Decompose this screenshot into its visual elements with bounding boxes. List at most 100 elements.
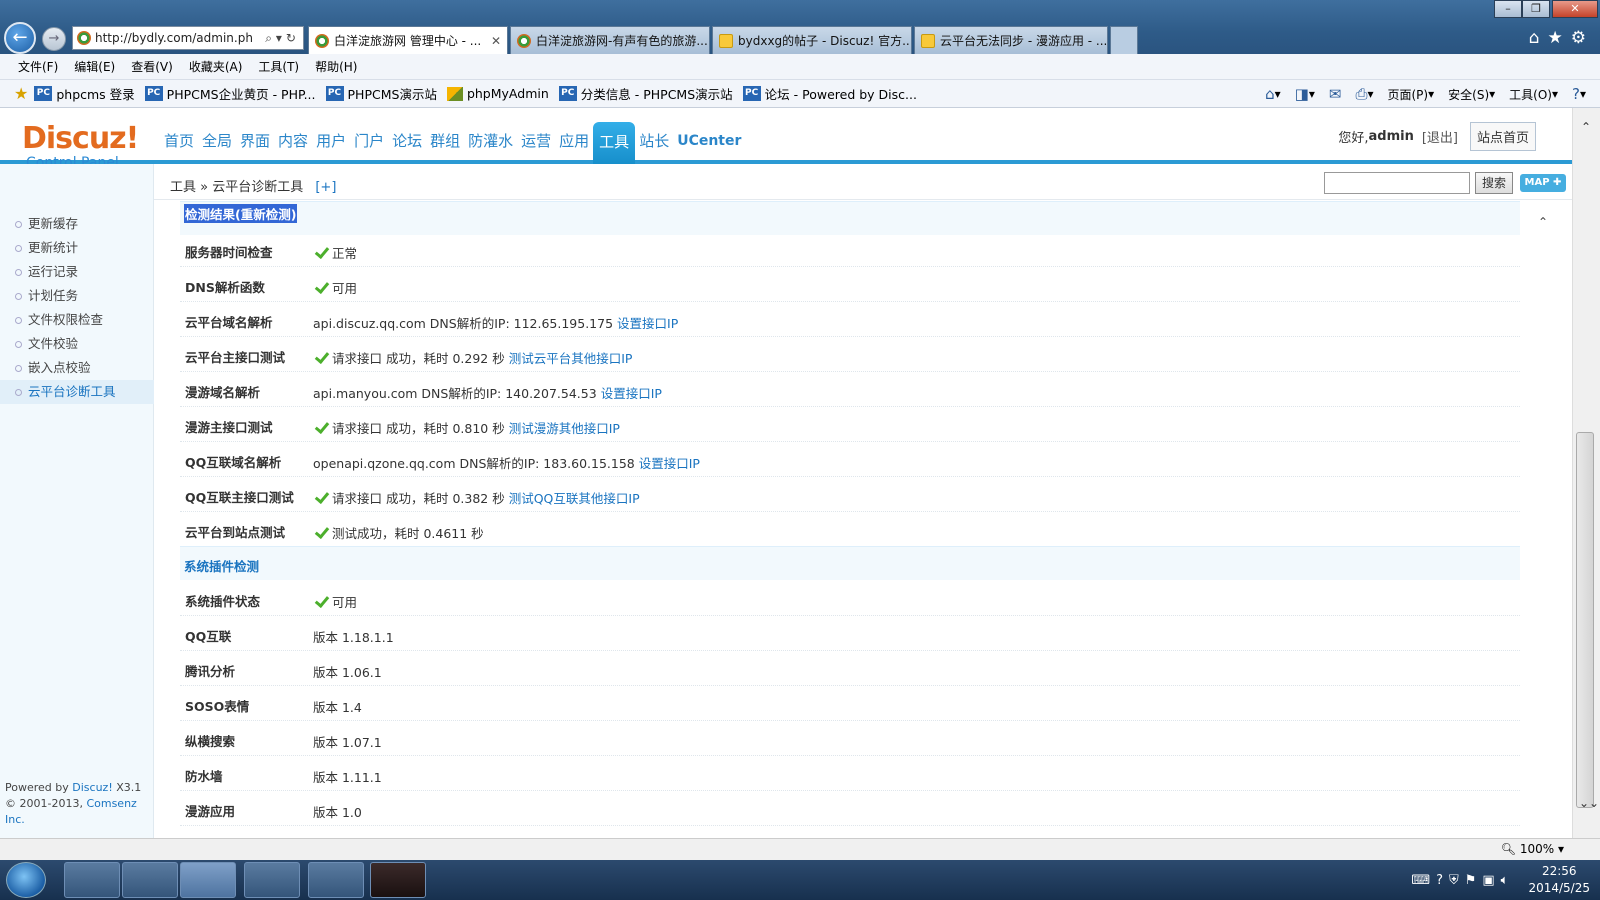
clock[interactable]: 22:56 2014/5/25	[1528, 863, 1590, 897]
nav-global[interactable]: 全局	[198, 122, 236, 160]
tab-cloud-sync[interactable]: 云平台无法同步 - 漫游应用 - ...	[914, 26, 1108, 54]
tab-discuz-posts[interactable]: bydxxg的帖子 - Discuz! 官方...	[712, 26, 912, 54]
feeds-command[interactable]: ◨ ▾	[1295, 85, 1315, 103]
gear-icon[interactable]: ⚙	[1571, 28, 1594, 48]
menu-edit[interactable]: 编辑(E)	[74, 58, 115, 75]
tab-admin-center[interactable]: 白洋淀旅游网 管理中心 - ... ✕	[308, 26, 508, 54]
favorites-star-icon[interactable]: ★	[14, 84, 28, 103]
row-label: DNS解析函数	[185, 280, 265, 295]
search-button[interactable]: 搜索	[1475, 172, 1513, 194]
nav-home[interactable]: 首页	[160, 122, 198, 160]
minimize-button[interactable]: –	[1494, 0, 1522, 18]
sidebar-item-run-log[interactable]: 运行记录	[0, 260, 154, 284]
scroll-up-icon[interactable]: ⌃	[1581, 120, 1591, 134]
checkmark-icon	[313, 422, 327, 434]
nav-ucenter[interactable]: UCenter	[673, 122, 745, 160]
address-bar[interactable]: http://bydly.com/admin.ph ⌕▾↻	[72, 26, 304, 50]
admin-search-input[interactable]	[1324, 172, 1470, 194]
tab-travel-site[interactable]: 白洋淀旅游网-有声有色的旅游...	[510, 26, 710, 54]
site-home-button[interactable]: 站点首页	[1469, 122, 1536, 151]
row-action-link[interactable]: 测试QQ互联其他接口IP	[509, 488, 640, 507]
taskbar-app-computer[interactable]	[64, 862, 120, 898]
home-icon[interactable]: ⌂	[1529, 28, 1548, 48]
sidebar-item-cron[interactable]: 计划任务	[0, 284, 154, 308]
scroll-up-icon[interactable]: ⌃	[1538, 215, 1548, 229]
menu-help[interactable]: 帮助(H)	[315, 58, 357, 75]
print-command[interactable]: ⎙ ▾	[1355, 85, 1373, 103]
favorites-star-icon[interactable]: ★	[1548, 28, 1571, 48]
tab-close-icon[interactable]: ✕	[485, 34, 501, 48]
result-row: 漫游域名解析 api.manyou.com DNS解析的IP: 140.207.5…	[180, 372, 1520, 407]
mail-command[interactable]: ✉	[1329, 85, 1342, 103]
favorite-link[interactable]: PC phpcms 登录	[34, 84, 135, 103]
taskbar-app-explorer[interactable]	[122, 862, 178, 898]
start-button[interactable]	[6, 862, 46, 898]
menu-favorites[interactable]: 收藏夹(A)	[189, 58, 243, 75]
menu-file[interactable]: 文件(F)	[18, 58, 58, 75]
favorite-link[interactable]: PC PHPCMS演示站	[325, 84, 437, 103]
menu-tools[interactable]: 工具(T)	[258, 58, 299, 75]
taskbar-app-ie[interactable]	[180, 862, 236, 898]
safety-menu[interactable]: 安全(S) ▾	[1448, 86, 1495, 103]
result-row: SOSO表情 版本 1.4	[180, 686, 1520, 721]
taskbar-app-game[interactable]	[370, 862, 426, 898]
result-row: 云平台主接口测试 请求接口 成功，耗时 0.292 秒测试云平台其他接口IP	[180, 337, 1520, 372]
taskbar-app-qq[interactable]	[244, 862, 300, 898]
result-row: 云平台到站点测试 测试成功，耗时 0.4611 秒	[180, 512, 1520, 547]
sidebar-item-cloud-diagnostic[interactable]: 云平台诊断工具	[0, 380, 154, 404]
favorite-link[interactable]: PC PHPCMS企业黄页 - PHP...	[144, 84, 316, 103]
taskbar-app-ftp[interactable]	[308, 862, 364, 898]
nav-users[interactable]: 用户	[312, 122, 350, 160]
forward-button[interactable]: →	[42, 27, 66, 51]
recheck-link[interactable]: 检测结果(重新检测)	[184, 204, 298, 223]
sidebar-item-update-cache[interactable]: 更新缓存	[0, 212, 154, 236]
new-tab-button[interactable]	[1110, 26, 1138, 54]
back-button[interactable]: ←	[4, 22, 36, 54]
favorite-link[interactable]: PC 论坛 - Powered by Disc...	[742, 84, 917, 103]
favorite-link[interactable]: phpMyAdmin	[446, 86, 549, 101]
scroll-down-icon[interactable]: ⌄⌄	[1579, 796, 1599, 810]
zoom-control[interactable]: 🔍︎ 100% ▾	[1501, 842, 1564, 856]
nav-content[interactable]: 内容	[274, 122, 312, 160]
maximize-button[interactable]: ❐	[1522, 0, 1550, 18]
menu-view[interactable]: 查看(V)	[131, 58, 173, 75]
close-window-button[interactable]: ✕	[1552, 0, 1598, 18]
discuz-link[interactable]: Discuz!	[72, 781, 112, 794]
sidebar-item-file-check[interactable]: 文件校验	[0, 332, 154, 356]
nav-forum[interactable]: 论坛	[388, 122, 426, 160]
page-scrollbar[interactable]: ⌃ ⌄⌄	[1572, 108, 1600, 838]
ie-page-icon	[315, 33, 329, 48]
nav-webmaster[interactable]: 站长	[635, 122, 673, 160]
row-action-link[interactable]: 设置接口IP	[639, 453, 700, 472]
content-scrollbar[interactable]: ⌃	[1536, 201, 1552, 837]
row-label: 云平台主接口测试	[185, 350, 286, 365]
row-action-link[interactable]: 测试漫游其他接口IP	[509, 418, 620, 437]
row-action-link[interactable]: 设置接口IP	[617, 313, 678, 332]
nav-anti-spam[interactable]: 防灌水	[464, 122, 517, 160]
nav-apps[interactable]: 应用	[555, 122, 593, 160]
logout-link[interactable]: [退出]	[1422, 127, 1458, 146]
expand-toggle[interactable]: [+]	[315, 180, 336, 195]
sidebar-item-update-stats[interactable]: 更新统计	[0, 236, 154, 260]
map-button[interactable]: MAP ✚	[1520, 174, 1566, 192]
tray-icons[interactable]: ⌨?⛨⚑▣🔈︎	[1411, 873, 1514, 888]
nav-portal[interactable]: 门户	[350, 122, 388, 160]
search-refresh-icons[interactable]: ⌕▾↻	[265, 31, 303, 46]
scroll-thumb[interactable]	[1576, 432, 1594, 808]
sidebar-item-hook-check[interactable]: 嵌入点校验	[0, 356, 154, 380]
home-command[interactable]: ⌂ ▾	[1265, 85, 1281, 103]
address-url: http://bydly.com/admin.ph	[95, 31, 253, 45]
tools-menu[interactable]: 工具(O) ▾	[1509, 86, 1558, 103]
row-action-link[interactable]: 测试云平台其他接口IP	[509, 348, 633, 367]
row-action-link[interactable]: 设置接口IP	[601, 383, 662, 402]
nav-style[interactable]: 界面	[236, 122, 274, 160]
sidebar-item-file-perms[interactable]: 文件权限检查	[0, 308, 154, 332]
help-menu[interactable]: ? ▾	[1572, 85, 1586, 103]
nav-tools[interactable]: 工具	[593, 122, 636, 164]
nav-group[interactable]: 群组	[426, 122, 464, 160]
favorite-link[interactable]: PC 分类信息 - PHPCMS演示站	[558, 84, 733, 103]
page-menu[interactable]: 页面(P) ▾	[1388, 86, 1435, 103]
row-label: 云平台域名解析	[185, 315, 273, 330]
row-text: api.manyou.com DNS解析的IP: 140.207.54.53	[313, 386, 597, 401]
nav-operation[interactable]: 运营	[517, 122, 555, 160]
